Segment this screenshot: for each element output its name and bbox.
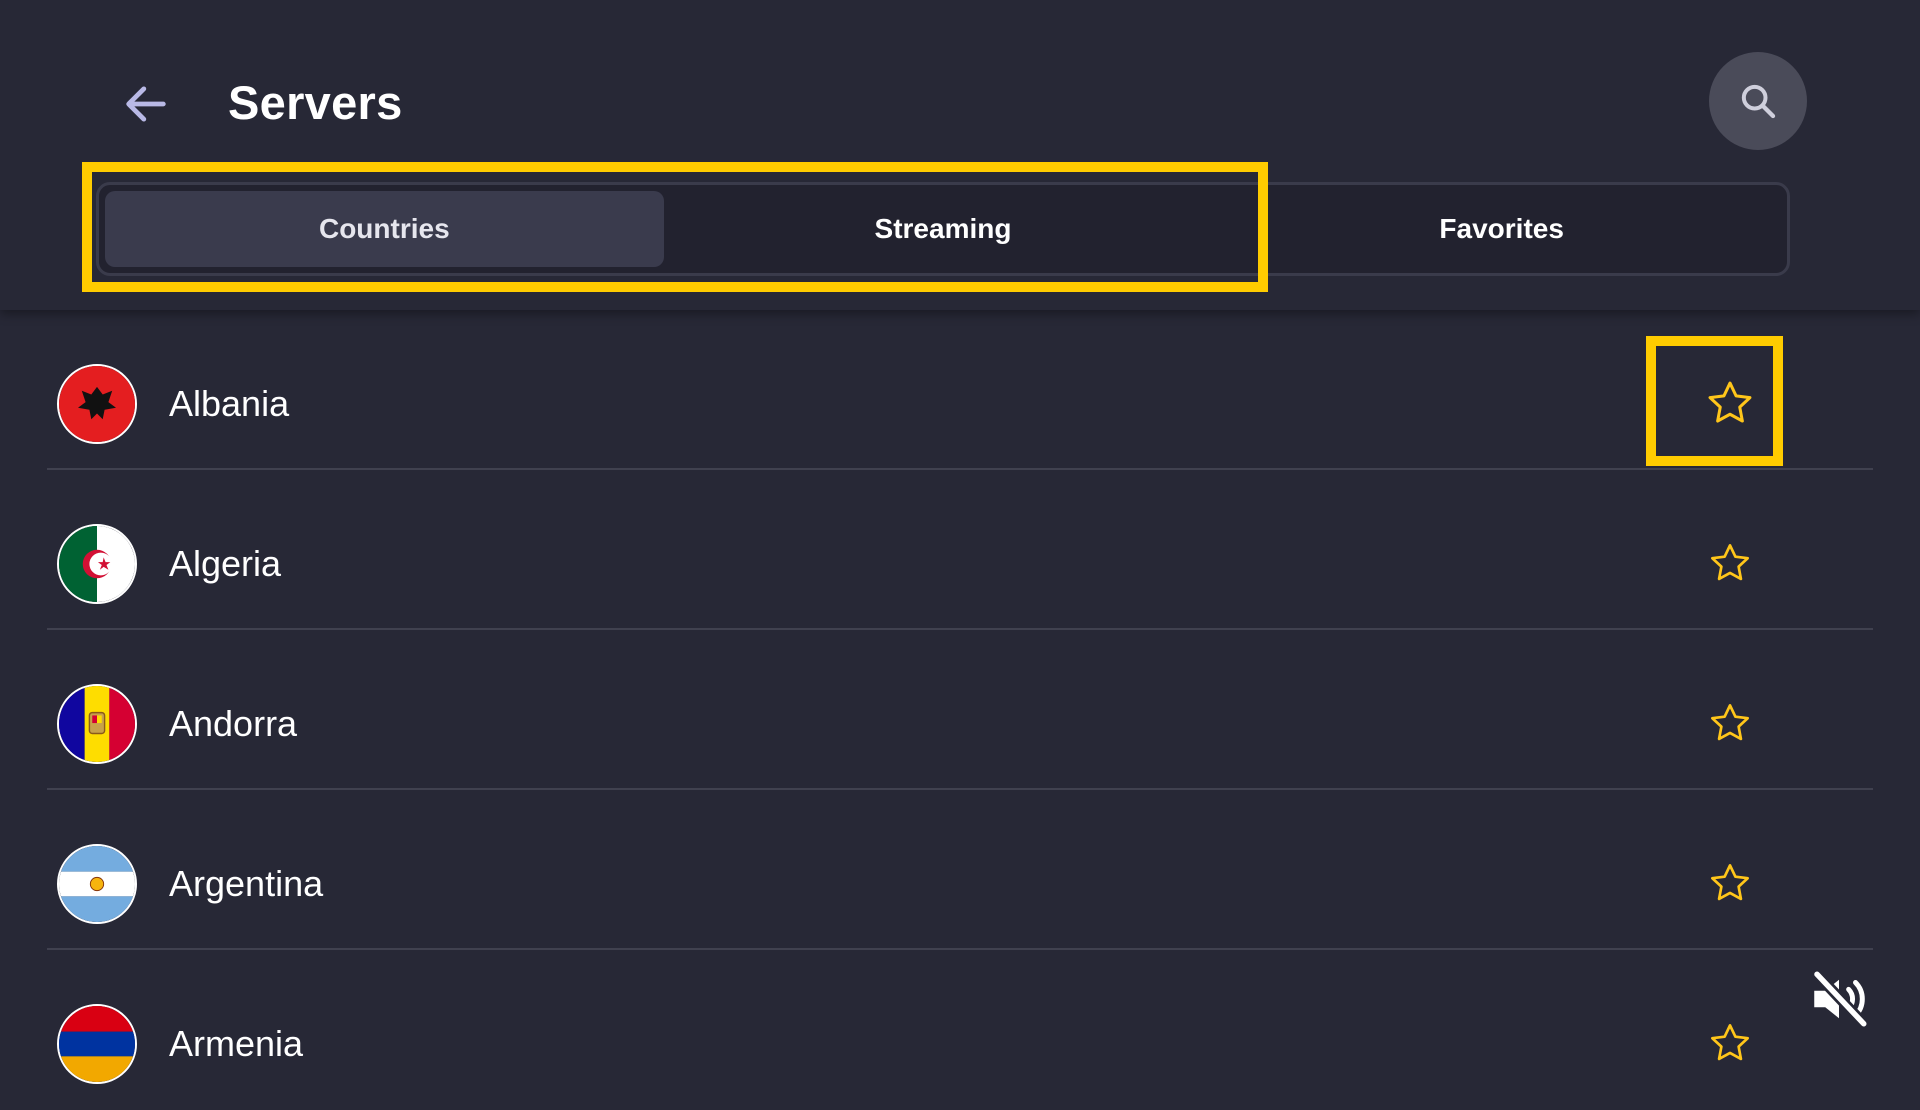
favorite-button[interactable] [1687,680,1773,766]
andorra-flag-icon [57,684,137,764]
star-outline-icon [1711,1024,1749,1061]
country-name: Algeria [169,543,282,584]
search-icon [1741,84,1776,119]
country-row-albania[interactable]: Albania [47,310,1873,470]
star-outline-icon [1708,381,1752,423]
search-button[interactable] [1709,52,1807,150]
server-tabs: Countries Streaming Favorites [96,182,1790,276]
country-list: Albania Algeria Andorra Argentina Armeni… [47,310,1873,1110]
favorite-button[interactable] [1687,360,1773,446]
country-row-andorra[interactable]: Andorra [47,630,1873,790]
country-row-armenia[interactable]: Armenia [47,950,1873,1110]
arrow-left-icon [126,86,166,122]
algeria-flag-icon [57,524,137,604]
country-name: Andorra [169,703,298,744]
argentina-flag-icon [57,844,137,924]
page-title: Servers [228,76,403,129]
star-outline-icon [1711,864,1749,901]
volume-mute-icon [1806,966,1872,1032]
star-outline-icon [1711,704,1749,741]
favorite-button[interactable] [1687,520,1773,606]
favorite-button[interactable] [1687,840,1773,926]
tab-streaming[interactable]: Streaming [664,191,1223,267]
albania-flag-icon [57,364,137,444]
country-row-algeria[interactable]: Algeria [47,470,1873,630]
back-button[interactable] [112,70,180,138]
country-name: Albania [169,383,290,424]
tab-countries-label: Countries [318,213,450,244]
tab-favorites[interactable]: Favorites [1222,191,1781,267]
country-name: Armenia [169,1023,304,1064]
country-row-argentina[interactable]: Argentina [47,790,1873,950]
tab-favorites-label: Favorites [1439,213,1564,244]
country-name: Argentina [169,863,324,904]
star-outline-icon [1711,544,1749,581]
app-header: Servers Countries Streaming Favorites [0,0,1920,310]
favorite-button[interactable] [1687,1000,1773,1086]
tab-streaming-label: Streaming [874,213,1012,244]
armenia-flag-icon [57,1004,137,1084]
tab-countries[interactable]: Countries [105,191,664,267]
